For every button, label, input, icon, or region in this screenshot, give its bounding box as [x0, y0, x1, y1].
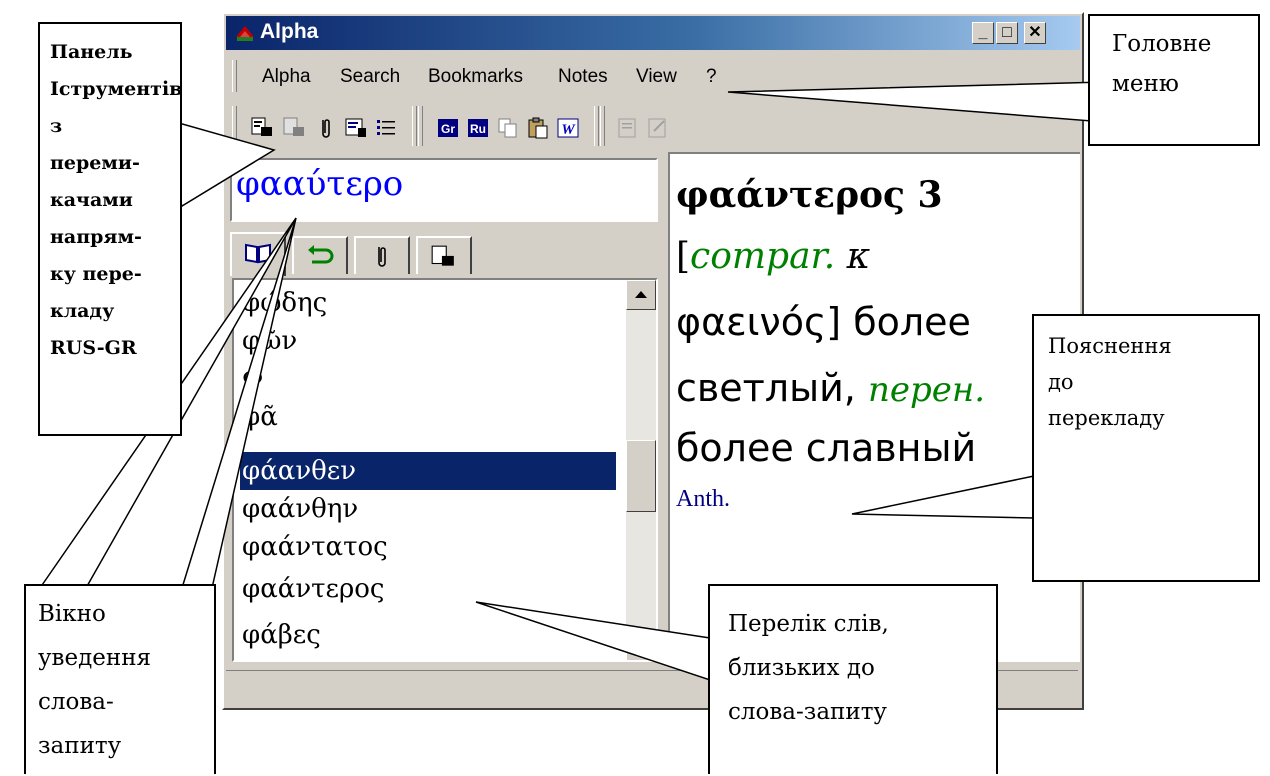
russian-ru-icon[interactable]: Ru — [466, 116, 490, 140]
menu-notes[interactable]: Notes — [558, 66, 608, 88]
list-scrollbar[interactable] — [626, 280, 656, 660]
translation-text: светлый, — [676, 366, 868, 410]
tab-search[interactable] — [416, 236, 472, 274]
find-icon — [431, 245, 454, 266]
callout-toolbar-text: Панель Іструментів з переми- качами напр… — [50, 41, 183, 359]
main-menu: Alpha Search Bookmarks Notes View ? — [232, 56, 742, 96]
paste-icon[interactable] — [526, 116, 550, 140]
callout-input-text: Вікно уведення слова- запиту — [38, 601, 152, 759]
callout-menu-text: Головне меню — [1112, 31, 1212, 97]
search-input[interactable]: φααύτερο — [230, 158, 658, 222]
abbr-to: κ — [835, 236, 871, 277]
toolbar-grip-2[interactable] — [418, 106, 423, 146]
svg-text:W: W — [561, 122, 576, 138]
word-list[interactable]: φώδης φῶν Φ φᾶ φάανθεν φαάνθην φαάντατος… — [232, 278, 658, 662]
list-item[interactable]: φαάνθην — [240, 490, 616, 528]
tab-dictionary[interactable] — [230, 232, 286, 276]
app-logo-icon — [236, 26, 254, 41]
note-icon[interactable] — [616, 116, 640, 140]
bracket-text: [ — [676, 236, 691, 277]
find-icon[interactable] — [250, 116, 274, 140]
article-source-link[interactable]: Anth. — [676, 486, 730, 513]
list-item[interactable]: φώδης — [240, 284, 616, 322]
paperclip-icon — [378, 247, 386, 267]
close-button[interactable]: ✕ — [1024, 22, 1046, 44]
note-edit-icon[interactable] — [646, 116, 670, 140]
abbr-fig: перен. — [867, 370, 986, 410]
toolbar-grip-3[interactable] — [600, 106, 605, 146]
toolbar-grip[interactable] — [232, 106, 237, 146]
callout-menu: Головне меню — [1088, 14, 1260, 146]
callout-wordlist-text: Перелік слів, близьких до слова-запиту — [728, 611, 889, 725]
menu-alpha[interactable]: Alpha — [262, 66, 311, 88]
list-item-selected[interactable]: φάανθεν — [240, 452, 616, 490]
word-w-icon[interactable]: W — [556, 116, 580, 140]
find-disabled-icon[interactable] — [282, 116, 306, 140]
search-list-icon[interactable] — [344, 116, 368, 140]
article-headword: φαάντερος 3 — [676, 174, 943, 216]
abbr-compar: compar. — [690, 236, 836, 277]
arrow-up-icon — [635, 291, 647, 298]
list-item[interactable]: φῶν — [240, 322, 616, 360]
copy-icon[interactable] — [496, 116, 520, 140]
book-icon — [245, 243, 271, 264]
svg-text:Gr: Gr — [441, 122, 455, 136]
article-line-2: φαεινός] более — [676, 300, 971, 344]
arrow-down-icon — [635, 644, 647, 651]
callout-input: Вікно уведення слова- запиту — [24, 584, 216, 774]
back-arrow-icon — [308, 245, 334, 264]
article-line-1: [compar. κ — [676, 236, 870, 277]
list-item[interactable]: φαάντατος — [240, 528, 616, 566]
scroll-thumb[interactable] — [626, 440, 656, 512]
toolbar-separator — [412, 106, 417, 146]
menu-view[interactable]: View — [636, 66, 677, 88]
callout-explanation: Пояснення до перекладу — [1032, 314, 1260, 582]
scroll-up-button[interactable] — [626, 280, 656, 310]
tab-clips[interactable] — [354, 236, 410, 274]
title-bar[interactable]: Alpha _ □ ✕ — [226, 16, 1080, 50]
menu-grip[interactable] — [232, 60, 237, 92]
callout-wordlist: Перелік слів, близьких до слова-запиту — [708, 584, 998, 774]
menu-search[interactable]: Search — [340, 66, 400, 88]
callout-toolbar: Панель Іструментів з переми- качами напр… — [38, 22, 182, 436]
window-title: Alpha — [260, 20, 319, 43]
list-item[interactable]: φαάντερος — [240, 570, 616, 608]
list-item[interactable]: φᾶ — [240, 398, 616, 436]
toolbar: Gr Ru W — [232, 102, 882, 152]
toolbar-separator-2 — [594, 106, 599, 146]
tab-history[interactable] — [292, 236, 348, 274]
left-tabs — [230, 232, 510, 276]
menu-help[interactable]: ? — [706, 66, 717, 88]
list-item[interactable]: Φ — [240, 360, 616, 398]
scroll-down-button[interactable] — [626, 632, 656, 660]
list-item[interactable]: φάβες — [240, 616, 616, 654]
article-line-4: более славный — [676, 426, 977, 470]
maximize-button[interactable]: □ — [996, 22, 1018, 44]
paperclip-icon[interactable] — [314, 116, 338, 140]
list-icon[interactable] — [374, 116, 398, 140]
svg-text:Ru: Ru — [470, 122, 486, 136]
greek-gr-icon[interactable]: Gr — [436, 116, 460, 140]
callout-explanation-text: Пояснення до перекладу — [1048, 334, 1172, 430]
minimize-button[interactable]: _ — [972, 22, 994, 44]
menu-bookmarks[interactable]: Bookmarks — [428, 66, 523, 88]
article-line-3: светлый, перен. — [676, 366, 985, 410]
